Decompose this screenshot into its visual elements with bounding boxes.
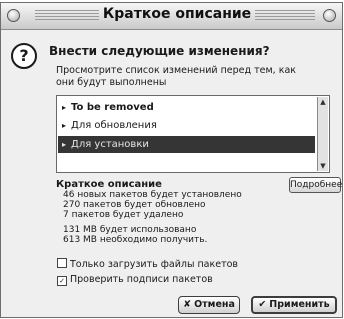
- dialog-window: Краткое описание ? Внести следующие изме…: [0, 2, 343, 318]
- title-bar-stripes: [255, 10, 315, 22]
- list-item[interactable]: ▸ To be removed: [58, 99, 315, 116]
- list-item-label: Для установки: [71, 139, 149, 150]
- summary-title: Краткое описание: [56, 179, 162, 190]
- cancel-button[interactable]: ✘ Отмена: [178, 296, 240, 314]
- question-icon: ?: [11, 43, 37, 69]
- download-only-checkbox[interactable]: [57, 258, 67, 268]
- apply-check-icon: ✔: [258, 299, 267, 310]
- download-only-option[interactable]: Только загрузить файлы пакетов: [57, 258, 238, 271]
- summary-line: 7 пакетов будет удалено: [63, 210, 184, 220]
- close-window-button[interactable]: [7, 9, 20, 22]
- apply-button[interactable]: ✔ Применить: [251, 296, 337, 314]
- expand-arrow-icon[interactable]: ▸: [62, 117, 71, 134]
- verify-signatures-label: Проверить подписи пакетов: [70, 274, 213, 285]
- window-title: Краткое описание: [102, 6, 252, 22]
- scroll-up-icon[interactable]: ▲: [318, 97, 328, 107]
- summary-line: 46 новых пакетов будет установлено: [63, 190, 242, 200]
- summary-line: 131 MB будет использовано: [63, 225, 197, 235]
- dialog-description: Просмотрите список изменений перед тем, …: [56, 65, 297, 88]
- list-item-label: To be removed: [71, 102, 154, 113]
- download-only-label: Только загрузить файлы пакетов: [70, 259, 239, 270]
- changes-list[interactable]: ▸ To be removed ▸ Для обновления ▸ Для уста…: [56, 95, 330, 173]
- verify-signatures-option[interactable]: ✓ Проверить подписи пакетов: [57, 274, 213, 286]
- zoom-window-button[interactable]: [323, 9, 336, 22]
- details-button[interactable]: Подробнее: [289, 177, 342, 193]
- list-item-label: Для обновления: [71, 120, 157, 131]
- expand-arrow-icon[interactable]: ▸: [62, 136, 71, 153]
- verify-signatures-checkbox[interactable]: ✓: [57, 276, 67, 286]
- title-bar-stripes: [35, 10, 99, 22]
- summary-lines: 46 новых пакетов будет установлено 270 п…: [63, 190, 242, 245]
- list-item[interactable]: ▸ Для обновления: [58, 117, 315, 134]
- dialog-heading: Внести следующие изменения?: [49, 44, 270, 58]
- title-bar[interactable]: Краткое описание: [1, 3, 342, 30]
- apply-button-label: Применить: [269, 299, 330, 310]
- scroll-down-icon[interactable]: ▼: [318, 161, 328, 171]
- cancel-x-icon: ✘: [183, 299, 192, 310]
- list-item-selected[interactable]: ▸ Для установки: [58, 136, 315, 153]
- expand-arrow-icon[interactable]: ▸: [62, 99, 71, 116]
- summary-line: 270 пакетов будет обновлено: [63, 200, 206, 210]
- summary-line: 613 MB необходимо получить.: [63, 235, 208, 245]
- list-scrollbar[interactable]: ▲ ▼: [317, 97, 328, 171]
- cancel-button-label: Отмена: [194, 299, 235, 310]
